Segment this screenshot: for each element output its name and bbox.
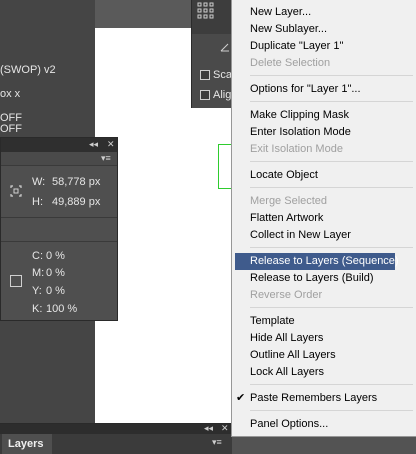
- menu-separator: [250, 384, 413, 385]
- fill-swatch-icon: [10, 275, 22, 287]
- magenta-value: 0 %: [46, 267, 65, 279]
- menu-item-new-layer[interactable]: New Layer...: [233, 4, 416, 21]
- info-panel: ◂◂ ✕ ▾≡ W: 58,778 px H: 49,889 px C: 0 %…: [0, 137, 118, 321]
- bounding-box-icon: [9, 184, 23, 198]
- menu-separator: [250, 161, 413, 162]
- height-value: 49,889 px: [52, 196, 101, 208]
- magenta-label: M:: [32, 267, 45, 279]
- info-panel-tabrow: ▾≡: [1, 152, 117, 166]
- close-icon[interactable]: ✕: [221, 423, 229, 434]
- menu-separator: [250, 101, 413, 102]
- menu-item-label: Paste Remembers Layers: [250, 392, 378, 404]
- panel-divider: [1, 241, 117, 242]
- selection-bounding-box[interactable]: [218, 144, 232, 189]
- height-label: H:: [32, 196, 43, 208]
- menu-item-lock-all-layers[interactable]: Lock All Layers: [233, 364, 416, 381]
- angle-icon: [220, 42, 230, 52]
- menu-separator: [250, 247, 413, 248]
- menu-item-outline-all-layers[interactable]: Outline All Layers: [233, 347, 416, 364]
- width-value: 58,778 px: [52, 176, 101, 188]
- menu-item-reverse-order[interactable]: Reverse Order: [233, 287, 416, 304]
- scale-checkbox[interactable]: [200, 70, 210, 80]
- menu-separator: [250, 410, 413, 411]
- menu-item-flatten-artwork[interactable]: Flatten Artwork: [233, 210, 416, 227]
- menu-item-duplicate-layer[interactable]: Duplicate "Layer 1": [233, 38, 416, 55]
- cyan-label: C:: [32, 250, 43, 262]
- panel-divider: [1, 217, 117, 218]
- left-text-4: OFF: [0, 123, 22, 135]
- menu-item-locate-object[interactable]: Locate Object: [233, 167, 416, 184]
- panel-menu-icon[interactable]: ▾≡: [212, 437, 222, 448]
- yellow-value: 0 %: [46, 285, 65, 297]
- align-label: Alig: [213, 89, 232, 101]
- menu-separator: [250, 75, 413, 76]
- menu-item-new-sublayer[interactable]: New Sublayer...: [233, 21, 416, 38]
- yellow-label: Y:: [32, 285, 42, 297]
- document-profile-text: (SWOP) v2: [0, 64, 56, 76]
- menu-item-hide-all-layers[interactable]: Hide All Layers: [233, 330, 416, 347]
- checkmark-icon: ✔: [236, 392, 246, 404]
- menu-item-template[interactable]: Template: [233, 313, 416, 330]
- menu-separator: [250, 307, 413, 308]
- menu-item-layer-options[interactable]: Options for "Layer 1"...: [233, 81, 416, 98]
- info-panel-titlebar[interactable]: ◂◂ ✕: [1, 138, 117, 152]
- menu-item-panel-options[interactable]: Panel Options...: [233, 416, 416, 433]
- layers-panel: ◂◂ ✕ Layers ▾≡: [0, 423, 232, 454]
- grid-icon[interactable]: [197, 2, 215, 20]
- menu-item-enter-isolation-mode[interactable]: Enter Isolation Mode: [233, 124, 416, 141]
- cyan-value: 0 %: [46, 250, 65, 262]
- layers-panel-menu: New Layer... New Sublayer... Duplicate "…: [231, 0, 416, 437]
- menu-item-release-to-layers-build[interactable]: Release to Layers (Build): [233, 270, 416, 287]
- mini-panel-header: [192, 0, 236, 34]
- black-label: K:: [32, 303, 43, 315]
- close-icon[interactable]: ✕: [107, 139, 115, 150]
- menu-item-paste-remembers-layers[interactable]: ✔ Paste Remembers Layers: [233, 390, 416, 407]
- panel-menu-icon[interactable]: ▾≡: [101, 153, 111, 164]
- mini-panel: Sca Alig: [191, 0, 236, 108]
- align-checkbox[interactable]: [200, 90, 210, 100]
- left-text-2: ox x: [0, 88, 21, 100]
- menu-item-merge-selected[interactable]: Merge Selected: [233, 193, 416, 210]
- double-left-arrows-icon[interactable]: ◂◂: [204, 423, 213, 434]
- menu-item-exit-isolation-mode[interactable]: Exit Isolation Mode: [233, 141, 416, 158]
- menu-separator: [250, 187, 413, 188]
- menu-item-delete-selection[interactable]: Delete Selection: [233, 55, 416, 72]
- tab-layers[interactable]: Layers: [2, 434, 52, 454]
- layers-panel-titlebar[interactable]: ◂◂ ✕: [0, 423, 232, 434]
- double-left-arrows-icon[interactable]: ◂◂: [89, 139, 98, 150]
- menu-item-collect-in-new-layer[interactable]: Collect in New Layer: [233, 227, 416, 244]
- width-label: W:: [32, 176, 46, 188]
- menu-item-release-to-layers-sequence[interactable]: Release to Layers (Sequence): [235, 253, 399, 270]
- scale-label: Sca: [213, 69, 232, 81]
- menu-item-make-clipping-mask[interactable]: Make Clipping Mask: [233, 107, 416, 124]
- black-value: 100 %: [46, 303, 78, 315]
